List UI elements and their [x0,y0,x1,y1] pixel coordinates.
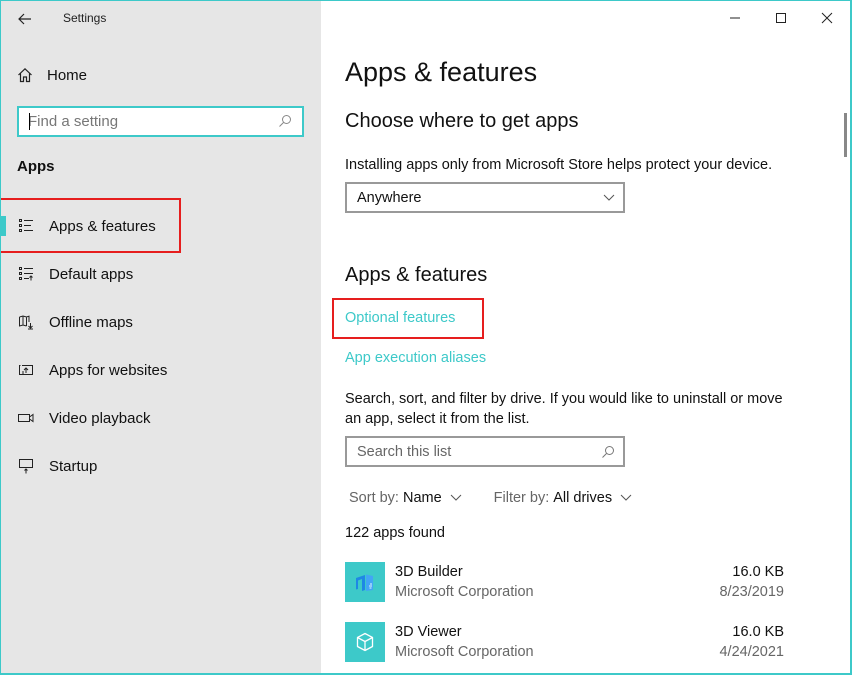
app-publisher: Microsoft Corporation [395,644,534,660]
3d-viewer-cube-icon [345,622,385,662]
search-icon[interactable] [278,114,294,130]
sidebar-item-apps-features[interactable]: Apps & features [1,202,321,250]
video-camera-icon [17,409,35,427]
main-content: Apps & features Choose where to get apps… [321,1,850,673]
chevron-down-icon [450,494,462,501]
apps-for-websites-icon [17,361,35,379]
settings-window: Settings Home Apps Apps & features [0,0,852,675]
filter-by-label: Filter by: [493,490,550,506]
startup-monitor-icon [17,457,35,475]
app-install-date: 8/23/2019 [719,584,784,600]
sidebar-nav: Apps & features Default apps Offline map… [1,202,321,490]
minimize-button[interactable] [712,1,758,35]
apps-features-heading: Apps & features [345,264,488,286]
app-name: 3D Viewer [395,624,462,640]
search-list-box[interactable] [345,436,625,467]
app-name: 3D Builder [395,564,463,580]
search-list-input[interactable] [347,443,601,460]
search-icon[interactable] [601,445,615,459]
app-source-dropdown[interactable]: Anywhere [345,182,625,213]
section-label-apps: Apps [17,158,55,175]
find-setting-search[interactable] [17,106,304,137]
apps-found-count: 122 apps found [345,525,445,541]
choose-apps-heading: Choose where to get apps [345,110,579,132]
sort-filter-row: Sort by: Name Filter by: All drives [349,490,632,506]
sidebar: Settings Home Apps Apps & features [1,1,321,673]
app-list-item[interactable]: 3D Viewer Microsoft Corporation 16.0 KB … [345,622,785,673]
app-size: 16.0 KB [732,564,784,580]
close-button[interactable] [804,1,850,35]
sidebar-item-label: Offline maps [49,313,133,331]
sidebar-item-label: Default apps [49,265,134,283]
minimize-icon [730,17,740,19]
sidebar-item-apps-for-websites[interactable]: Apps for websites [1,346,321,394]
apps-list-description: Search, sort, and filter by drive. If yo… [345,391,783,427]
back-button[interactable] [13,7,37,31]
apps-features-list-icon [17,217,35,235]
app-list: 3D Builder Microsoft Corporation 16.0 KB… [345,562,785,673]
page-title: Apps & features [345,57,538,87]
home-icon [18,67,32,83]
sidebar-home[interactable]: Home [17,63,87,87]
chevron-down-icon [620,494,632,501]
sidebar-item-label: Apps for websites [49,361,168,379]
sidebar-item-startup[interactable]: Startup [1,442,321,490]
3d-builder-icon [345,562,385,602]
sort-by-value: Name [402,490,442,506]
sidebar-item-label: Apps & features [49,217,156,235]
app-install-date: 4/24/2021 [719,644,784,660]
sidebar-item-default-apps[interactable]: Default apps [1,250,321,298]
close-icon [821,12,833,24]
app-source-value: Anywhere [357,189,422,206]
default-apps-icon [17,265,35,283]
app-title: Settings [63,11,107,25]
sidebar-item-label: Startup [49,457,98,475]
back-arrow-icon [18,13,31,25]
offline-maps-icon [17,313,35,331]
app-publisher: Microsoft Corporation [395,584,534,600]
sort-by-dropdown[interactable]: Sort by: Name [349,490,462,506]
app-execution-aliases-link[interactable]: App execution aliases [345,350,486,366]
app-size: 16.0 KB [732,624,784,640]
sidebar-item-offline-maps[interactable]: Offline maps [1,298,321,346]
optional-features-link[interactable]: Optional features [345,310,455,326]
filter-by-dropdown[interactable]: Filter by: All drives [494,490,632,506]
window-controls [712,1,850,35]
scrollbar-thumb[interactable] [844,113,847,157]
app-list-item[interactable]: 3D Builder Microsoft Corporation 16.0 KB… [345,562,785,622]
maximize-icon [776,13,786,23]
filter-by-value: All drives [553,490,613,506]
text-caret [29,113,30,130]
sidebar-item-label: Video playback [49,409,151,427]
find-setting-input[interactable] [19,108,278,135]
chevron-down-icon [603,194,615,201]
sidebar-item-video-playback[interactable]: Video playback [1,394,321,442]
choose-apps-description: Installing apps only from Microsoft Stor… [345,157,773,173]
sort-by-label: Sort by: [349,490,399,506]
home-label: Home [47,66,88,84]
maximize-button[interactable] [758,1,804,35]
